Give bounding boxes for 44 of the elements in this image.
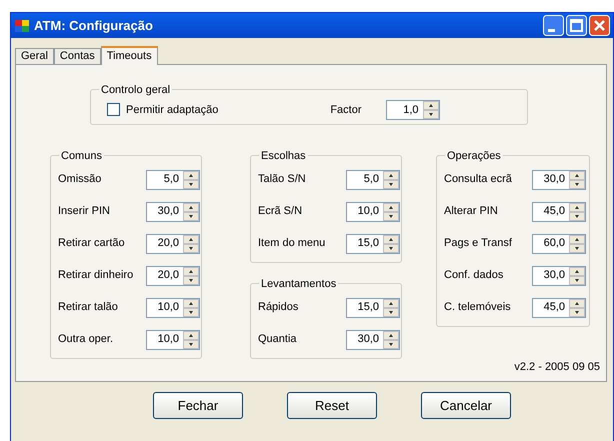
tab[interactable]: Geral bbox=[15, 48, 54, 64]
spin-box[interactable]: 30,0 bbox=[532, 170, 586, 190]
window-title: ATM: Configuração bbox=[34, 16, 153, 35]
spin-box[interactable]: 10,0 bbox=[146, 330, 200, 350]
spin-box[interactable]: 45,0 bbox=[532, 298, 586, 318]
field-label: Alterar PIN bbox=[444, 204, 499, 220]
field-label: C. telemóveis bbox=[444, 300, 512, 316]
field-label: Inserir PIN bbox=[58, 204, 111, 220]
field-label: Item do menu bbox=[258, 236, 326, 252]
field-label: Retirar talão bbox=[58, 300, 119, 316]
spin-box[interactable]: 15,0 bbox=[346, 234, 400, 254]
field-label: Factor bbox=[330, 102, 362, 118]
spin-box[interactable]: 45,0 bbox=[532, 202, 586, 222]
field-label: Pags e Transf bbox=[444, 236, 513, 252]
field-label: Retirar dinheiro bbox=[58, 268, 134, 284]
version-label: v2.2 - 2005 09 05 bbox=[514, 360, 600, 374]
tab[interactable]: Contas bbox=[54, 48, 101, 64]
field-label: Omissão bbox=[58, 172, 102, 188]
spin-box[interactable]: 20,0 bbox=[146, 266, 200, 286]
field-label: Outra oper. bbox=[58, 332, 114, 348]
field-label: Retirar cartão bbox=[58, 236, 126, 252]
group-title: Controlo geral bbox=[99, 82, 172, 98]
tab[interactable]: Timeouts bbox=[100, 46, 158, 65]
dialog-button[interactable]: Reset bbox=[287, 392, 377, 419]
dialog-button[interactable]: Cancelar bbox=[421, 392, 511, 419]
dialog-button[interactable]: Fechar bbox=[153, 392, 243, 419]
field-label: Rápidos bbox=[258, 300, 300, 316]
spin-box[interactable]: 30,0 bbox=[532, 266, 586, 286]
spin-box[interactable]: 5,0 bbox=[346, 170, 400, 190]
spin-box[interactable]: 1,0 bbox=[386, 100, 440, 120]
field-label: Consulta ecrã bbox=[444, 172, 513, 188]
field-label: Quantia bbox=[258, 332, 298, 348]
spin-box[interactable]: 30,0 bbox=[146, 202, 200, 222]
spin-box[interactable]: 10,0 bbox=[146, 298, 200, 318]
spin-box[interactable]: 5,0 bbox=[146, 170, 200, 190]
field-label: Talão S/N bbox=[258, 172, 307, 188]
checkbox-label: Permitir adaptação bbox=[126, 102, 218, 118]
spin-box[interactable]: 30,0 bbox=[346, 330, 400, 350]
field-label: Ecrã S/N bbox=[258, 204, 304, 220]
spin-box[interactable]: 15,0 bbox=[346, 298, 400, 318]
spin-box[interactable]: 60,0 bbox=[532, 234, 586, 254]
field-label: Conf. dados bbox=[444, 268, 504, 284]
spin-box[interactable]: 20,0 bbox=[146, 234, 200, 254]
spin-box[interactable]: 10,0 bbox=[346, 202, 400, 222]
